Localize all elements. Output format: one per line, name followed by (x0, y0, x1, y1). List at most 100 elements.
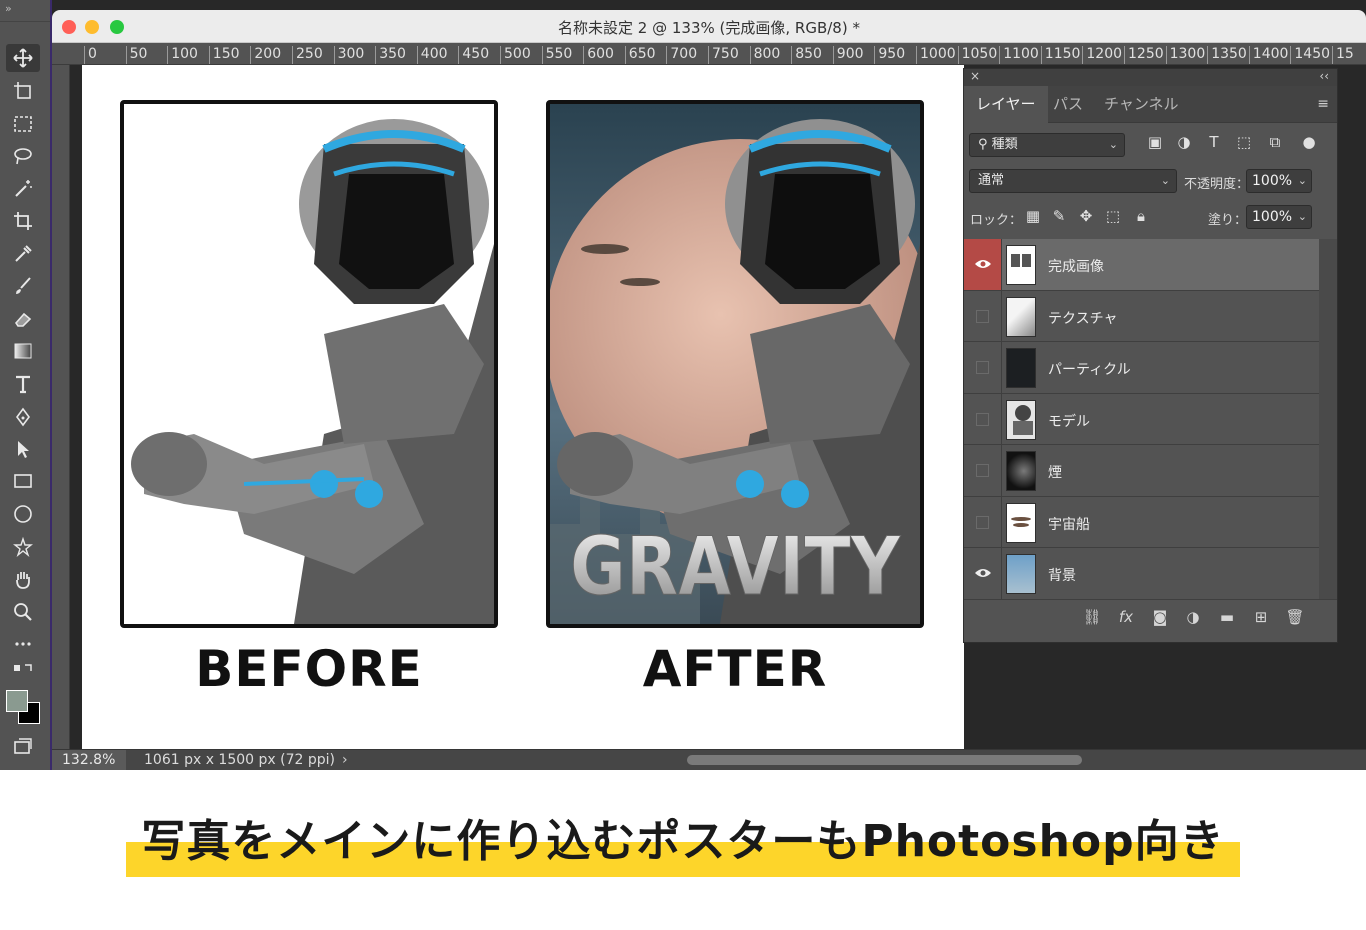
brush-tool-icon[interactable] (6, 272, 40, 300)
title-bar: 名称未設定 2 @ 133% (完成画像, RGB/8) * (52, 10, 1366, 43)
more-tools-icon[interactable] (6, 630, 40, 658)
gradient-tool-icon[interactable] (6, 337, 40, 365)
filter-type-icon[interactable]: T (1205, 133, 1223, 151)
ruler-tick: 1450 (1290, 46, 1330, 64)
ruler-tick: 750 (708, 46, 739, 64)
adjustment-layer-icon[interactable]: ◑ (1183, 608, 1203, 626)
filter-smart-object-icon[interactable]: ⧉ (1266, 133, 1284, 151)
horizontal-ruler: 0 50 100 150 200 250 300 350 400 450 500 550 600 650 7… (52, 43, 1366, 65)
visibility-toggle[interactable] (964, 290, 1002, 341)
add-mask-icon[interactable]: ◙ (1150, 608, 1170, 626)
path-select-tool-icon[interactable] (6, 435, 40, 463)
rectangle-tool-icon[interactable] (6, 467, 40, 495)
layer-row[interactable]: 完成画像 (964, 239, 1319, 291)
screen-mode-icon[interactable] (6, 732, 40, 760)
panel-header: × ‹‹ (964, 69, 1337, 86)
ruler-tick: 1350 (1207, 46, 1247, 64)
eraser-tool-icon[interactable] (6, 305, 40, 333)
document-info: 1061 px x 1500 px (72 ppi) (144, 752, 335, 768)
foreground-color-swatch[interactable] (6, 690, 28, 712)
new-layer-icon[interactable]: ⊞ (1251, 608, 1271, 626)
link-layers-icon[interactable]: ⛓ (1082, 608, 1102, 626)
fill-label: 塗り： (1208, 213, 1248, 228)
lock-pixels-icon[interactable]: ✎ (1050, 207, 1068, 225)
visibility-toggle[interactable] (964, 393, 1002, 444)
photoshop-screen: » 名称未設定 2 @ 133% (完成画像, RGB/8) * 0 50 10… (0, 0, 1366, 770)
layer-thumbnail (1006, 245, 1036, 285)
layer-thumbnail (1006, 451, 1036, 491)
fill-value: 100% (1252, 209, 1293, 225)
layer-name: 完成画像 (1048, 259, 1104, 275)
panel-menu-icon[interactable]: ≡ (1317, 96, 1329, 112)
swap-colors-icon[interactable] (6, 662, 40, 682)
magic-wand-tool-icon[interactable] (6, 174, 40, 202)
artboard-tool-icon[interactable] (6, 77, 40, 105)
filter-pixel-icon[interactable]: ▣ (1146, 133, 1164, 151)
layer-row[interactable]: 背景 (964, 548, 1319, 600)
ruler-tick: 900 (832, 46, 864, 64)
window-title: 名称未設定 2 @ 133% (完成画像, RGB/8) * (558, 19, 860, 37)
visibility-toggle[interactable] (964, 239, 1002, 290)
toolbar-grip[interactable]: » (0, 0, 50, 22)
layer-row[interactable]: 宇宙船 (964, 496, 1319, 548)
ruler-tick: 500 (500, 46, 531, 64)
caption-text: 写真をメインに作り込むポスターもPhotoshop向き (141, 816, 1225, 867)
zoom-level[interactable]: 132.8% (52, 750, 126, 770)
ruler-tick: 1050 (957, 46, 997, 64)
layer-filter-select[interactable]: ⚲ 種類 ⌄ (969, 133, 1125, 157)
custom-shape-tool-icon[interactable] (6, 533, 40, 561)
tab-paths[interactable]: パス (1041, 86, 1095, 123)
visibility-toggle[interactable] (964, 445, 1002, 496)
filter-label: 種類 (991, 137, 1018, 152)
eyedropper-tool-icon[interactable] (6, 240, 40, 268)
marquee-tool-icon[interactable] (6, 110, 40, 138)
opacity-input[interactable]: 100% ⌄ (1246, 169, 1312, 193)
new-group-icon[interactable]: ▬ (1217, 608, 1237, 626)
tab-channels[interactable]: チャンネル (1092, 86, 1191, 123)
layers-scrollbar[interactable] (1319, 239, 1337, 599)
chevron-down-icon: ⌄ (1108, 138, 1118, 151)
document-canvas[interactable]: BEFORE GRAVITY AFTER (82, 65, 964, 749)
lock-label: ロック： (970, 213, 1023, 228)
collapse-panel-icon[interactable]: ‹‹ (1319, 69, 1329, 83)
ruler-tick: 0 (84, 46, 97, 64)
tab-layers[interactable]: レイヤー (964, 86, 1048, 123)
filter-adjustment-icon[interactable]: ◑ (1175, 133, 1193, 151)
ruler-tick: 650 (624, 46, 656, 64)
crop-tool-icon[interactable] (6, 207, 40, 235)
type-tool-icon[interactable] (6, 370, 40, 398)
zoom-tool-icon[interactable] (6, 598, 40, 626)
search-icon: ⚲ (978, 137, 992, 152)
status-menu-arrow[interactable]: › (342, 750, 348, 770)
trash-icon[interactable]: 🗑︎ (1285, 608, 1305, 626)
close-panel-icon[interactable]: × (970, 69, 980, 83)
layer-row[interactable]: モデル (964, 393, 1319, 445)
visibility-toggle[interactable] (964, 342, 1002, 393)
ruler-tick: 1250 (1124, 46, 1164, 64)
horizontal-scroll-track (362, 754, 1362, 766)
visibility-toggle[interactable] (964, 548, 1002, 599)
move-tool-icon[interactable] (6, 44, 40, 72)
lock-transparency-icon[interactable]: ▦ (1024, 207, 1042, 225)
lasso-tool-icon[interactable] (6, 142, 40, 170)
filter-shape-icon[interactable]: ⬚ (1235, 133, 1253, 151)
layer-row[interactable]: テクスチャ (964, 290, 1319, 342)
lock-artboard-icon[interactable]: ⬚ (1104, 207, 1122, 225)
hand-tool-icon[interactable] (6, 565, 40, 593)
gravity-title: GRAVITY (570, 520, 901, 613)
ellipse-tool-icon[interactable] (6, 500, 40, 528)
layer-row[interactable]: 煙 (964, 445, 1319, 497)
ruler-tick: 150 (208, 46, 240, 64)
fill-input[interactable]: 100% ⌄ (1246, 205, 1312, 229)
fx-icon[interactable]: fx (1116, 608, 1136, 626)
pen-tool-icon[interactable] (6, 403, 40, 431)
lock-position-icon[interactable]: ✥ (1077, 207, 1095, 225)
layer-name: 宇宙船 (1048, 516, 1090, 533)
blend-mode-select[interactable]: 通常 ⌄ (969, 169, 1177, 193)
horizontal-scrollbar[interactable] (687, 755, 1082, 765)
layer-row[interactable]: パーティクル (964, 342, 1319, 394)
filter-toggle-icon[interactable]: ● (1300, 133, 1318, 151)
chevron-down-icon: ⌄ (1297, 210, 1307, 223)
visibility-toggle[interactable] (964, 496, 1002, 547)
lock-all-icon[interactable]: 🔒︎ (1132, 207, 1150, 225)
